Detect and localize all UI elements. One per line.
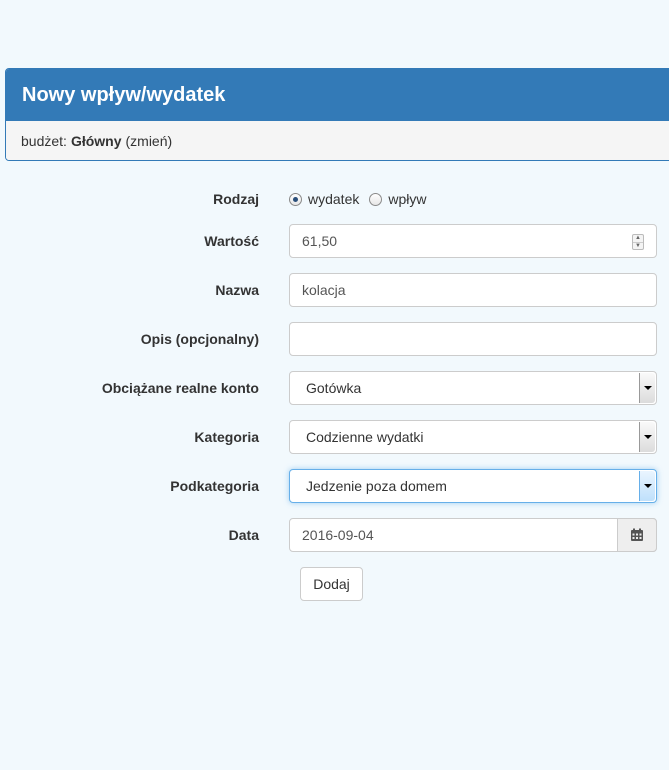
date-value: 2016-09-04 [302, 527, 374, 543]
account-label: Obciążane realne konto [101, 380, 259, 396]
page-title: Nowy wpływ/wydatek [6, 69, 669, 121]
add-button[interactable]: Dodaj [300, 567, 363, 601]
account-select[interactable]: Gotówka [289, 371, 657, 405]
category-select[interactable]: Codzienne wydatki [289, 420, 657, 454]
amount-label: Wartość [204, 233, 259, 249]
date-picker-button[interactable] [617, 518, 657, 552]
budget-name: Główny [70, 133, 122, 149]
account-row: Obciążane realne konto Gotówka [0, 371, 669, 405]
radio-income-label[interactable]: wpływ [388, 191, 426, 207]
category-row: Kategoria Codzienne wydatki [0, 420, 669, 454]
calendar-icon [631, 528, 643, 541]
name-input[interactable]: kolacja [289, 273, 657, 307]
subcategory-row: Podkategoria Jedzenie poza domem [0, 469, 669, 503]
number-spinner-icon[interactable]: ▲ ▼ [632, 234, 644, 250]
description-input[interactable] [289, 322, 657, 356]
category-value: Codzienne wydatki [306, 429, 424, 445]
amount-input[interactable]: 61,50 ▲ ▼ [289, 224, 657, 258]
date-row: Data 2016-09-04 [0, 518, 669, 552]
description-row: Opis (opcjonalny) [0, 322, 669, 356]
type-label: Rodzaj [213, 191, 259, 207]
budget-info: budżet: Główny (zmień) [6, 121, 669, 160]
subcategory-label: Podkategoria [170, 478, 259, 494]
budget-panel: Nowy wpływ/wydatek budżet: Główny (zmień… [5, 68, 669, 161]
account-value: Gotówka [306, 380, 362, 396]
radio-income[interactable] [369, 192, 383, 206]
description-label: Opis (opcjonalny) [140, 331, 259, 347]
subcategory-select[interactable]: Jedzenie poza domem [289, 469, 657, 503]
radio-expense-label[interactable]: wydatek [308, 191, 359, 207]
radio-expense[interactable] [289, 192, 302, 206]
chevron-down-icon[interactable] [639, 471, 655, 501]
chevron-down-icon[interactable] [639, 422, 655, 452]
subcategory-value: Jedzenie poza domem [306, 478, 447, 494]
type-row: Rodzaj wydatek wpływ [0, 182, 669, 216]
budget-label: budżet: [21, 133, 67, 149]
category-label: Kategoria [194, 429, 259, 445]
change-budget-link[interactable]: (zmień) [126, 133, 173, 149]
chevron-down-icon[interactable] [639, 373, 655, 403]
name-value: kolacja [302, 282, 346, 298]
type-radio-group: wydatek wpływ [289, 182, 430, 216]
spin-down-icon[interactable]: ▼ [633, 241, 643, 250]
amount-value: 61,50 [302, 233, 338, 249]
name-label: Nazwa [215, 282, 259, 298]
date-input[interactable]: 2016-09-04 [289, 518, 657, 552]
name-row: Nazwa kolacja [0, 273, 669, 307]
date-label: Data [228, 527, 259, 543]
amount-row: Wartość 61,50 ▲ ▼ [0, 224, 669, 258]
